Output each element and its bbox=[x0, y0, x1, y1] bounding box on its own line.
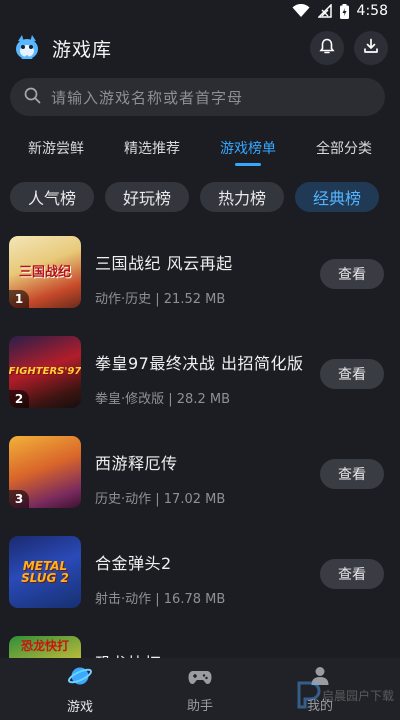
game-art-text: METAL SLUG 2 bbox=[21, 559, 69, 585]
status-time: 4:58 bbox=[356, 3, 388, 19]
bell-icon bbox=[319, 38, 335, 59]
page-title: 游戏库 bbox=[52, 38, 113, 61]
tab-all-categories[interactable]: 全部分类 bbox=[299, 132, 389, 166]
chip-classic[interactable]: 经典榜 bbox=[295, 182, 379, 212]
download-icon bbox=[363, 38, 379, 58]
no-signal-icon bbox=[317, 4, 332, 18]
watermark: 启晨园户下载 bbox=[296, 679, 394, 712]
app-logo bbox=[12, 33, 42, 63]
list-item[interactable]: METAL SLUG 2 合金弹头2 射击·动作 | 16.78 MB 查看 bbox=[0, 536, 400, 636]
view-button[interactable]: 查看 bbox=[320, 559, 384, 589]
game-thumbnail: 三国战纪 1 bbox=[9, 236, 81, 308]
watermark-text: 启晨园户下载 bbox=[321, 689, 394, 703]
game-thumbnail: 3 bbox=[9, 436, 81, 508]
gamepad-icon bbox=[187, 664, 213, 692]
nav-label: 游戏 bbox=[66, 700, 93, 715]
game-meta: 动作·历史 | 21.52 MB bbox=[95, 292, 226, 307]
list-item[interactable]: 三国战纪 1 三国战纪 风云再起 动作·历史 | 21.52 MB 查看 bbox=[0, 236, 400, 336]
tab-new-games[interactable]: 新游尝鲜 bbox=[11, 132, 101, 166]
game-thumbnail: FIGHTERS'97 2 bbox=[9, 336, 81, 408]
game-list: 三国战纪 1 三国战纪 风云再起 动作·历史 | 21.52 MB 查看 FIG… bbox=[0, 236, 400, 720]
game-title: 三国战纪 风云再起 bbox=[95, 254, 233, 273]
search-bar[interactable]: 请输入游戏名称或者首字母 bbox=[10, 78, 385, 116]
chip-fun[interactable]: 好玩榜 bbox=[105, 182, 189, 212]
download-button[interactable] bbox=[354, 31, 388, 65]
watermark-logo-icon bbox=[296, 679, 322, 712]
ranking-chips: 人气榜 好玩榜 热力榜 经典榜 bbox=[10, 182, 390, 212]
wifi-icon bbox=[292, 4, 310, 18]
game-title: 拳皇97最终决战 出招简化版 bbox=[95, 354, 304, 373]
category-tabs: 新游尝鲜 精选推荐 游戏榜单 全部分类 bbox=[0, 132, 400, 166]
chip-hot[interactable]: 热力榜 bbox=[200, 182, 284, 212]
list-item[interactable]: 3 西游释厄传 历史·动作 | 17.02 MB 查看 bbox=[0, 436, 400, 536]
game-title: 西游释厄传 bbox=[95, 454, 178, 473]
view-button[interactable]: 查看 bbox=[320, 459, 384, 489]
game-meta: 射击·动作 | 16.78 MB bbox=[95, 592, 226, 607]
list-item[interactable]: FIGHTERS'97 2 拳皇97最终决战 出招简化版 拳皇·修改版 | 28… bbox=[0, 336, 400, 436]
view-button[interactable]: 查看 bbox=[320, 359, 384, 389]
nav-label: 助手 bbox=[186, 699, 213, 714]
planet-icon bbox=[67, 663, 93, 693]
game-thumbnail: METAL SLUG 2 bbox=[9, 536, 81, 608]
search-placeholder: 请输入游戏名称或者首字母 bbox=[51, 88, 244, 107]
search-icon bbox=[24, 87, 41, 108]
nav-assistant[interactable]: 助手 bbox=[160, 664, 240, 714]
view-button[interactable]: 查看 bbox=[320, 259, 384, 289]
app-header: 游戏库 bbox=[12, 26, 388, 70]
battery-icon bbox=[339, 3, 349, 19]
game-meta: 历史·动作 | 17.02 MB bbox=[95, 492, 226, 507]
chip-popular[interactable]: 人气榜 bbox=[10, 182, 94, 212]
rank-badge: 2 bbox=[9, 390, 29, 408]
tab-rankings[interactable]: 游戏榜单 bbox=[203, 132, 293, 166]
nav-games[interactable]: 游戏 bbox=[40, 663, 120, 715]
game-meta: 拳皇·修改版 | 28.2 MB bbox=[95, 392, 230, 407]
rank-badge: 3 bbox=[9, 490, 29, 508]
notification-button[interactable] bbox=[310, 31, 344, 65]
game-title: 合金弹头2 bbox=[95, 554, 172, 573]
rank-badge: 1 bbox=[9, 290, 29, 308]
tab-featured[interactable]: 精选推荐 bbox=[107, 132, 197, 166]
status-bar: 4:58 bbox=[0, 0, 400, 22]
